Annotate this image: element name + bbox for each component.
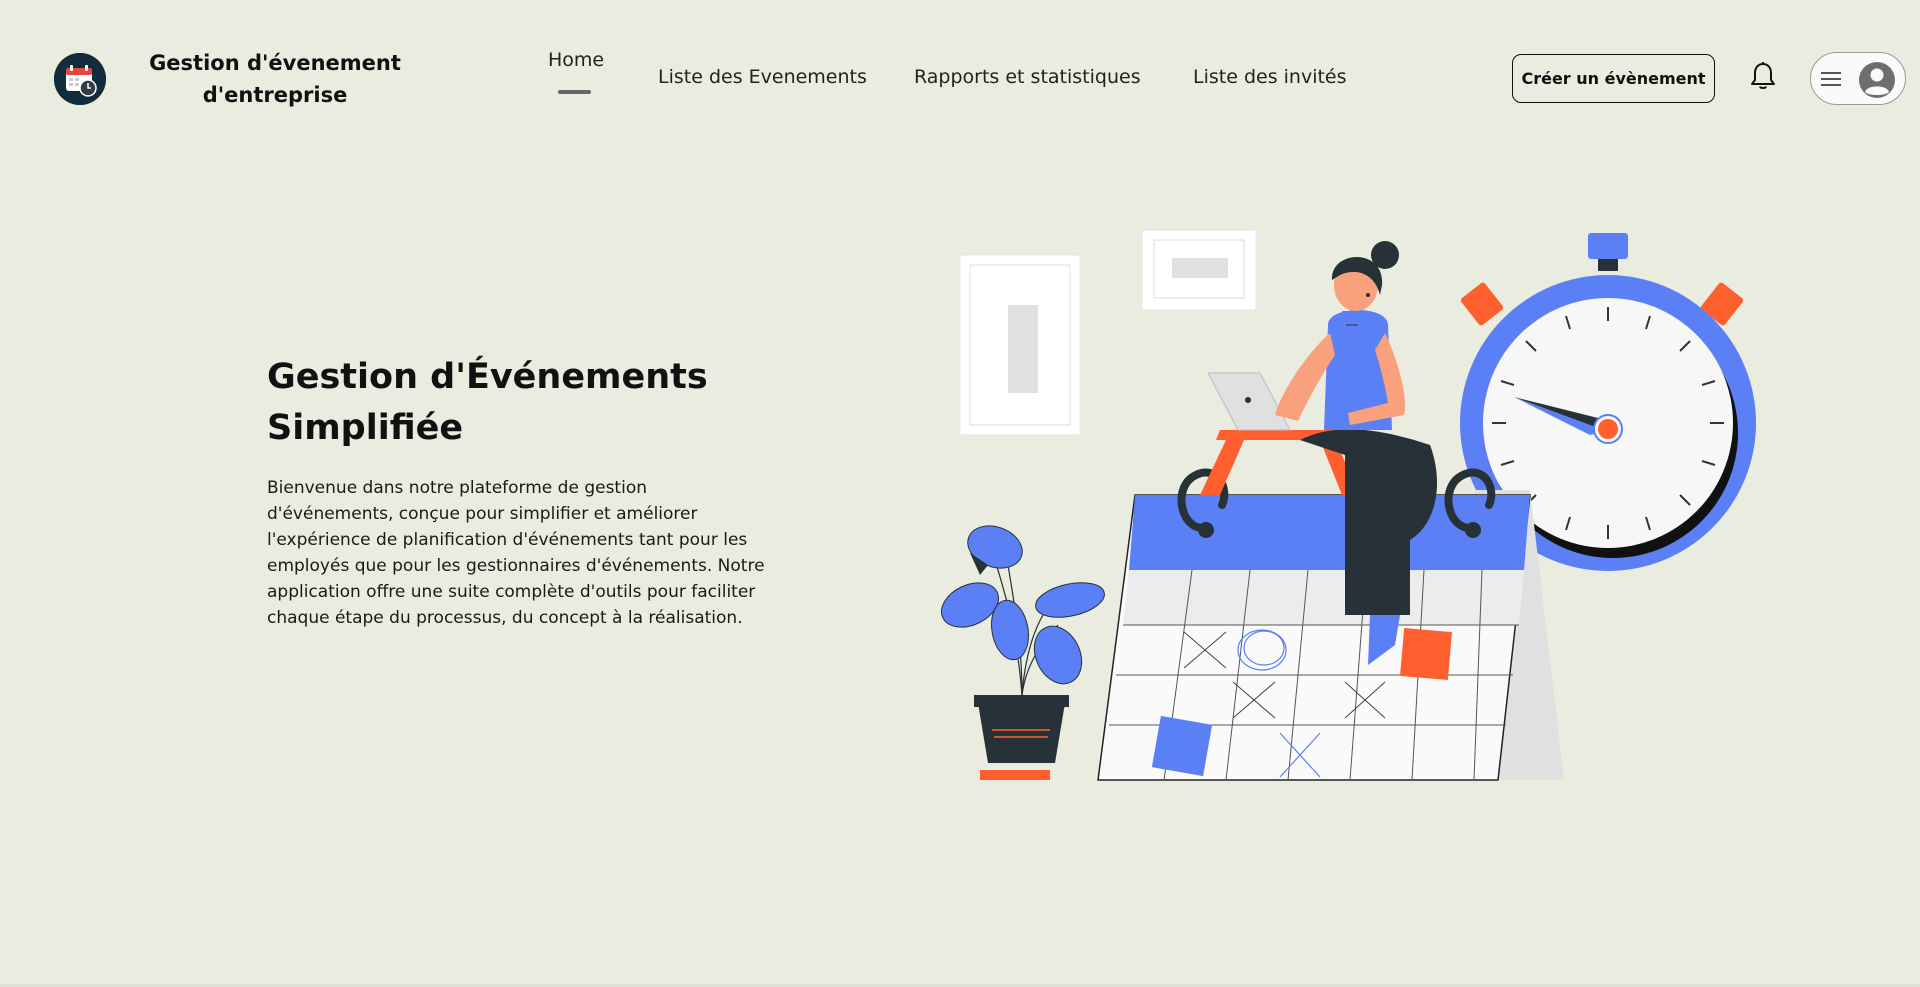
nav-reports-statistics[interactable]: Rapports et statistiques	[914, 66, 1141, 88]
bell-icon[interactable]	[1749, 61, 1777, 91]
nav-events-list[interactable]: Liste des Evenements	[658, 66, 867, 88]
top-navbar: Gestion d'évenement d'entreprise Home Li…	[0, 0, 1920, 160]
brand-title: Gestion d'évenement d'entreprise	[149, 51, 401, 107]
nav-home[interactable]: Home	[548, 49, 605, 94]
desk-calendar	[1097, 468, 1564, 781]
user-menu-button[interactable]	[1810, 52, 1906, 105]
user-avatar-icon	[1859, 62, 1895, 98]
hero-title: Gestion d'Événements Simplifiée	[267, 357, 708, 448]
create-event-button[interactable]: Créer un évènement	[1512, 54, 1715, 103]
nav-home-label: Home	[548, 49, 605, 71]
potted-plant	[941, 525, 1105, 780]
event-planning-illustration	[930, 225, 1760, 785]
wall-frame-landscape	[1141, 229, 1257, 311]
hero-description: Bienvenue dans notre plateforme de gesti…	[267, 478, 765, 628]
calendar-clock-icon[interactable]	[54, 53, 106, 105]
hamburger-icon	[1821, 72, 1841, 86]
nav-guests-list[interactable]: Liste des invités	[1193, 66, 1347, 88]
active-tab-indicator	[558, 90, 591, 94]
wall-frame-portrait	[959, 254, 1081, 436]
